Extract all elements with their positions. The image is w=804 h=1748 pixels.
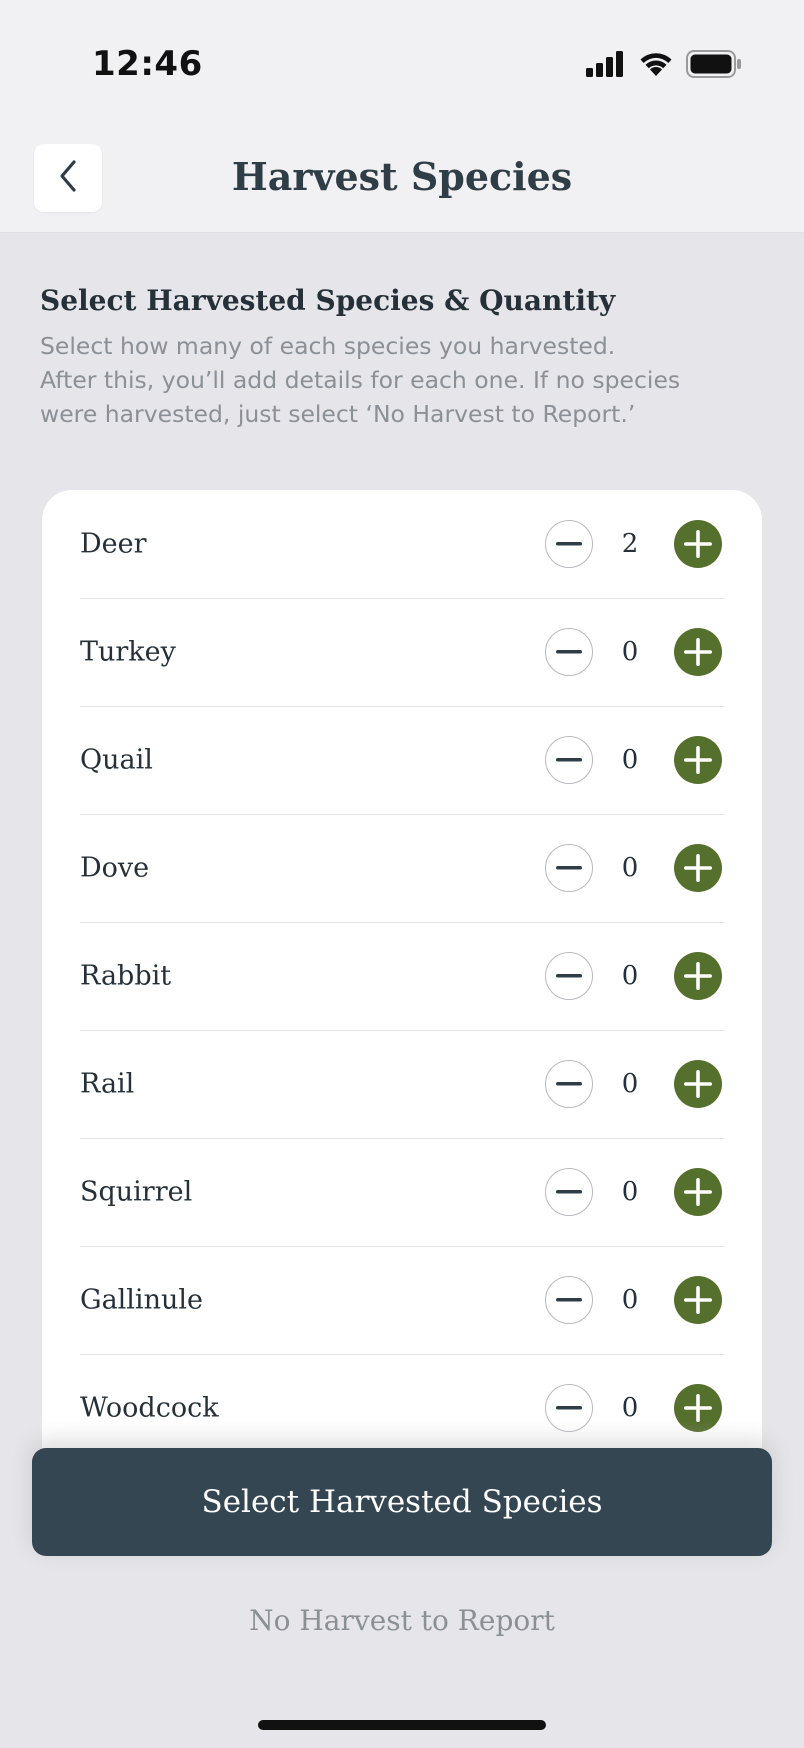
species-name: Deer: [80, 528, 147, 560]
species-count: 0: [621, 745, 639, 775]
decrement-button[interactable]: [545, 1276, 593, 1324]
species-row-squirrel: Squirrel 0: [80, 1138, 724, 1247]
section-description: Select how many of each species you harv…: [40, 329, 770, 431]
species-row-rabbit: Rabbit 0: [80, 922, 724, 1031]
status-bar: 12:46: [0, 0, 804, 132]
description-line: After this, you’ll add details for each …: [40, 366, 681, 394]
increment-button[interactable]: [674, 1060, 722, 1108]
increment-button[interactable]: [674, 844, 722, 892]
decrement-button[interactable]: [545, 736, 593, 784]
minus-icon: [556, 542, 582, 546]
species-row-turkey: Turkey 0: [80, 598, 724, 707]
decrement-button[interactable]: [545, 1060, 593, 1108]
minus-icon: [556, 974, 582, 978]
decrement-button[interactable]: [545, 1168, 593, 1216]
increment-button[interactable]: [674, 736, 722, 784]
species-name: Dove: [80, 852, 150, 884]
minus-icon: [556, 1406, 582, 1410]
minus-icon: [556, 650, 582, 654]
species-count: 0: [621, 637, 639, 667]
description-line: were harvested, just select ‘No Harvest …: [40, 400, 636, 428]
species-count: 0: [621, 1393, 639, 1423]
species-list-card: Deer 2 Turkey 0 Quail 0 Dove 0 Rabbit 0 …: [42, 490, 762, 1490]
species-name: Quail: [80, 744, 153, 776]
minus-icon: [556, 1298, 582, 1302]
decrement-button[interactable]: [545, 1384, 593, 1432]
plus-icon: [684, 1178, 712, 1206]
species-row-dove: Dove 0: [80, 814, 724, 923]
minus-icon: [556, 758, 582, 762]
species-row-quail: Quail 0: [80, 706, 724, 815]
species-row-rail: Rail 0: [80, 1030, 724, 1139]
plus-icon: [684, 962, 712, 990]
minus-icon: [556, 1190, 582, 1194]
species-name: Gallinule: [80, 1284, 203, 1316]
description-line: Select how many of each species you harv…: [40, 332, 616, 360]
plus-icon: [684, 638, 712, 666]
species-name: Turkey: [80, 636, 176, 668]
status-time: 12:46: [92, 44, 203, 84]
species-row-woodcock: Woodcock 0: [80, 1354, 724, 1462]
species-count: 0: [621, 961, 639, 991]
decrement-button[interactable]: [545, 844, 593, 892]
increment-button[interactable]: [674, 520, 722, 568]
increment-button[interactable]: [674, 1168, 722, 1216]
minus-icon: [556, 866, 582, 870]
decrement-button[interactable]: [545, 952, 593, 1000]
home-indicator: [258, 1720, 546, 1730]
species-name: Rabbit: [80, 960, 172, 992]
plus-icon: [684, 854, 712, 882]
species-count: 0: [621, 1177, 639, 1207]
plus-icon: [684, 1070, 712, 1098]
species-name: Rail: [80, 1068, 135, 1100]
battery-icon: [686, 50, 742, 82]
plus-icon: [684, 746, 712, 774]
cellular-signal-icon: [586, 51, 626, 81]
no-harvest-to-report-link[interactable]: No Harvest to Report: [0, 1604, 804, 1637]
species-row-deer: Deer 2: [80, 490, 724, 599]
section-heading: Select Harvested Species & Quantity: [40, 284, 616, 317]
species-row-gallinule: Gallinule 0: [80, 1246, 724, 1355]
increment-button[interactable]: [674, 952, 722, 1000]
decrement-button[interactable]: [545, 628, 593, 676]
nav-bar: Harvest Species: [0, 132, 804, 233]
plus-icon: [684, 1394, 712, 1422]
plus-icon: [684, 1286, 712, 1314]
minus-icon: [556, 1082, 582, 1086]
plus-icon: [684, 530, 712, 558]
species-name: Woodcock: [80, 1392, 219, 1424]
species-count: 0: [621, 1285, 639, 1315]
species-name: Squirrel: [80, 1176, 193, 1208]
decrement-button[interactable]: [545, 520, 593, 568]
select-harvested-species-button[interactable]: Select Harvested Species: [32, 1448, 772, 1556]
intro-section: Select Harvested Species & Quantity Sele…: [40, 284, 770, 431]
species-count: 0: [621, 853, 639, 883]
increment-button[interactable]: [674, 628, 722, 676]
species-count: 2: [621, 529, 639, 559]
wifi-icon: [638, 50, 674, 82]
button-label: Select Harvested Species: [201, 1484, 603, 1520]
status-icons: [586, 50, 742, 82]
species-count: 0: [621, 1069, 639, 1099]
increment-button[interactable]: [674, 1384, 722, 1432]
page-title: Harvest Species: [231, 154, 573, 199]
increment-button[interactable]: [674, 1276, 722, 1324]
